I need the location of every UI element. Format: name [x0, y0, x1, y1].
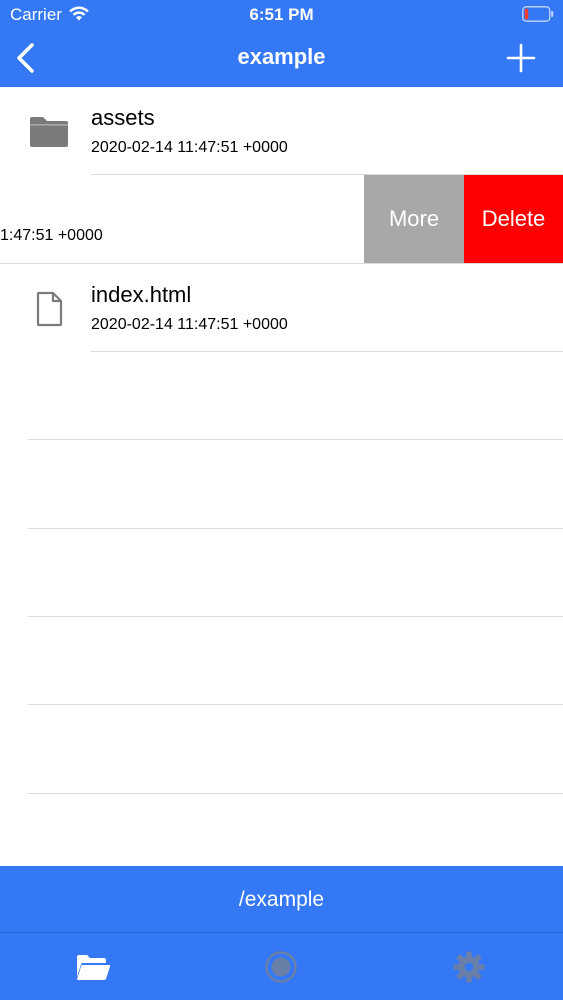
current-path-bar: /example — [0, 866, 563, 933]
file-date: 2020-02-14 11:47:51 +0000 — [91, 139, 288, 156]
document-icon — [36, 291, 63, 327]
row-divider — [28, 528, 563, 529]
delete-button[interactable]: Delete — [464, 175, 563, 263]
file-name: assets — [91, 105, 155, 130]
row-divider — [28, 704, 563, 705]
tab-record[interactable] — [261, 947, 301, 987]
row-divider — [28, 793, 563, 794]
more-button[interactable]: More — [364, 175, 464, 263]
navigation-bar: example — [0, 30, 563, 87]
battery-low-icon — [522, 6, 554, 22]
status-time: 6:51 PM — [249, 5, 314, 24]
tab-bar — [0, 933, 563, 1000]
row-divider — [28, 439, 563, 440]
row-divider — [91, 351, 563, 352]
header: Carrier 6:51 PM example — [0, 0, 563, 87]
gear-icon — [453, 951, 485, 983]
status-bar: Carrier 6:51 PM — [0, 0, 563, 30]
file-date: 2020-02-14 11:47:51 +0000 — [91, 316, 288, 333]
file-list: assets 2020-02-14 11:47:51 +0000 1:47:51… — [0, 87, 563, 866]
page-title: example — [237, 44, 326, 69]
record-icon — [265, 951, 297, 983]
file-date: 1:47:51 +0000 — [0, 227, 103, 244]
file-name: index.html — [91, 282, 192, 307]
plus-icon[interactable] — [505, 42, 537, 74]
file-row-index-html[interactable]: index.html 2020-02-14 11:47:51 +0000 — [0, 264, 563, 352]
file-row-swiped[interactable]: 1:47:51 +0000 More Delete — [0, 175, 563, 263]
row-divider — [28, 616, 563, 617]
folder-icon — [30, 117, 68, 147]
tab-settings[interactable] — [449, 947, 489, 987]
folder-open-icon — [77, 955, 111, 980]
tab-files[interactable] — [73, 947, 113, 987]
file-row-assets[interactable]: assets 2020-02-14 11:47:51 +0000 — [0, 87, 563, 175]
